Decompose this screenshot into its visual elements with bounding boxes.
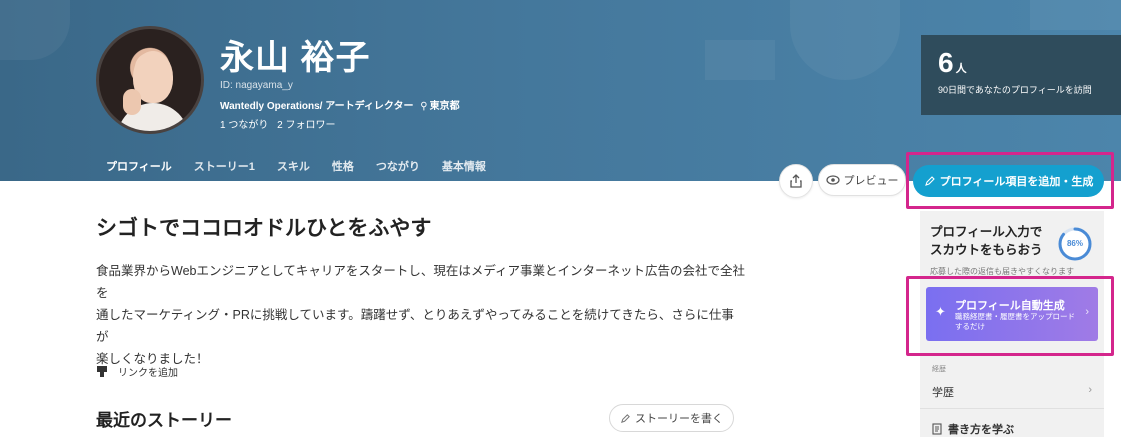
profile-id: ID: nagayama_y	[220, 80, 293, 91]
highlight-frame	[906, 152, 1114, 209]
add-link-label: リンクを追加	[118, 368, 178, 379]
progress-percentage: 86%	[1066, 239, 1083, 248]
profile-role: Wantedly Operations/ アートディレクター ⚲ 東京都	[220, 97, 460, 112]
visit-stats-card[interactable]: 6人 90日間であなたのプロフィールを訪問	[921, 35, 1121, 115]
banner-decoration	[790, 0, 900, 80]
profile-name: 永山 裕子	[220, 39, 371, 77]
company-name[interactable]: Wantedly Operations	[220, 101, 320, 112]
location-pin-icon: ⚲	[420, 101, 428, 112]
learn-how-to-write-link[interactable]: 書き方を学ぶ	[932, 421, 1014, 437]
profile-headline: シゴトでココロオドルひとをふやす	[96, 217, 432, 240]
share-icon	[790, 174, 802, 188]
profile-tabs: プロフィール ストーリー1 スキル 性格 つながり 基本情報	[106, 158, 508, 181]
location: 東京都	[429, 101, 460, 112]
document-icon	[932, 423, 942, 435]
eye-icon	[825, 175, 840, 185]
preview-button[interactable]: プレビュー	[818, 164, 906, 196]
tab-connections[interactable]: つながり	[376, 158, 420, 181]
panel-title: プロフィール入力で スカウトをもらおう	[930, 225, 1043, 257]
tab-skills[interactable]: スキル	[277, 158, 310, 181]
recent-stories-heading: 最近のストーリー	[96, 411, 232, 430]
profile-bio: 食品業界からWebエンジニアとしてキャリアをスタートし、現在はメディア事業とイン…	[96, 260, 746, 370]
followers-link[interactable]: 2 フォロワー	[277, 120, 335, 131]
avatar-hand-shape	[123, 89, 141, 115]
connections-link[interactable]: 1 つながり	[220, 120, 268, 131]
banner-decoration	[705, 40, 775, 80]
preview-label: プレビュー	[843, 175, 899, 187]
banner-decoration	[0, 0, 70, 60]
job-title: / アートディレクター	[319, 101, 414, 112]
bio-line: 楽しくなりました！	[96, 352, 209, 366]
github-icon	[97, 366, 107, 377]
bio-line: 通したマーケティング・PRに挑戦しています。躊躇せず、とりあえずやってみることを…	[96, 308, 734, 344]
share-button[interactable]	[779, 164, 813, 198]
divider	[920, 408, 1104, 409]
add-link-row[interactable]: リンクを追加	[96, 364, 178, 379]
highlight-frame	[906, 276, 1114, 356]
education-label: 学歴	[932, 387, 954, 399]
chevron-right-icon: ›	[1088, 384, 1092, 396]
connection-counts: 1 つながり 2 フォロワー	[220, 116, 341, 131]
visit-label: 90日間であなたのプロフィールを訪問	[938, 85, 1092, 95]
avatar[interactable]	[96, 26, 204, 134]
tab-basic-info[interactable]: 基本情報	[442, 158, 486, 181]
tab-personality[interactable]: 性格	[332, 158, 354, 181]
write-story-button[interactable]: ストーリーを書く	[609, 404, 734, 432]
banner-decoration	[1030, 0, 1121, 30]
education-item[interactable]: 学歴 ›	[932, 384, 1092, 400]
section-label: 経歴	[932, 366, 946, 373]
tab-profile[interactable]: プロフィール	[106, 158, 172, 181]
tab-stories[interactable]: ストーリー1	[194, 158, 255, 181]
learn-label: 書き方を学ぶ	[948, 424, 1014, 436]
pencil-icon	[621, 413, 630, 423]
bio-line: 食品業界からWebエンジニアとしてキャリアをスタートし、現在はメディア事業とイン…	[96, 264, 745, 300]
visit-count: 6人	[938, 47, 967, 78]
write-story-label: ストーリーを書く	[635, 413, 723, 425]
